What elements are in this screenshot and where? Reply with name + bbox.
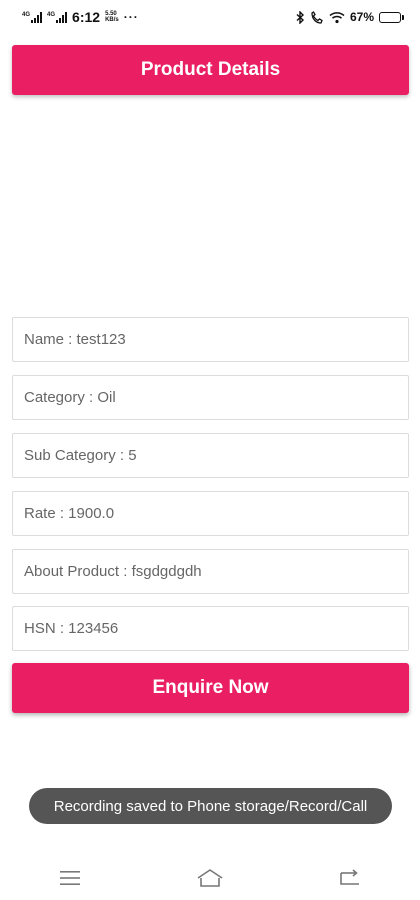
battery-icon [379,11,404,23]
network-type-1: 4G [22,11,31,18]
hsn-field[interactable]: HSN : 123456 [12,606,409,651]
back-icon [340,868,359,885]
status-left: 4G 4G 6:12 5.50 KB/s ··· [22,9,139,25]
status-bar: 4G 4G 6:12 5.50 KB/s ··· 67% [0,0,420,34]
sub-category-field[interactable]: Sub Category : 5 [12,433,409,478]
battery-percent: 67% [349,10,374,24]
network-type-2: 4G [47,11,56,18]
back-button[interactable] [320,858,380,898]
menu-icon [60,870,80,885]
more-notifications-icon: ··· [123,10,139,24]
signal-1-icon [31,11,43,23]
category-field[interactable]: Category : Oil [12,375,409,420]
rate-field[interactable]: Rate : 1900.0 [12,491,409,536]
status-time: 6:12 [72,9,101,25]
status-right: 67% [296,10,404,24]
home-icon [197,868,223,887]
menu-button[interactable] [40,858,100,898]
volte-call-icon [311,10,323,24]
wifi-icon [329,11,345,23]
system-nav-bar [0,855,420,900]
enquire-now-button[interactable]: Enquire Now [12,663,409,713]
signal-1-group: 4G [22,11,43,23]
home-button[interactable] [180,858,240,898]
page-title: Product Details [12,45,409,95]
net-speed-unit: KB/s [105,17,119,23]
name-field[interactable]: Name : test123 [12,317,409,362]
signal-2-icon [56,11,68,23]
about-product-field[interactable]: About Product : fsgdgdgdh [12,549,409,594]
signal-2-group: 4G [47,11,68,23]
net-speed: 5.50 KB/s [105,11,119,23]
bluetooth-icon [296,10,304,24]
toast-message: Recording saved to Phone storage/Record/… [29,788,392,824]
